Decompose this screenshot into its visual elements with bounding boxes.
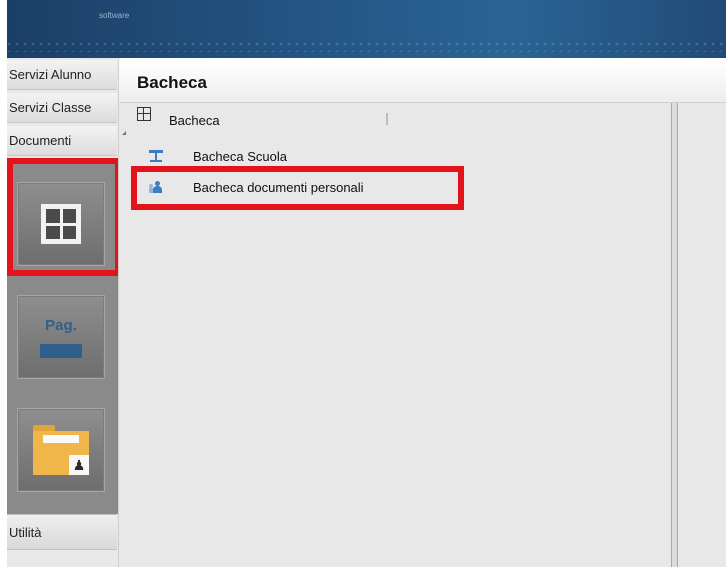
detail-pane <box>678 103 726 567</box>
collapse-arrow-icon[interactable] <box>122 131 126 135</box>
school-board-icon <box>149 149 163 163</box>
logo-tagline: software <box>99 11 130 20</box>
top-banner: software <box>7 0 726 58</box>
tree-root-bacheca[interactable]: Bacheca <box>137 107 220 131</box>
sidebar-item-servizi-alunno[interactable]: Servizi Alunno <box>7 60 117 90</box>
banner-pattern <box>7 42 726 52</box>
sidebar-item-documenti[interactable]: Documenti <box>7 126 117 156</box>
highlight-box-documenti-personali <box>131 166 464 210</box>
sidebar-item-servizi-classe[interactable]: Servizi Classe <box>7 93 117 123</box>
tree-root-label: Bacheca <box>169 112 220 128</box>
pag-tile-button[interactable]: Pag. <box>17 295 105 379</box>
documents-tile-button[interactable]: ♟ <box>17 408 105 492</box>
grid-icon <box>137 107 151 121</box>
pag-icon: Pag. <box>40 317 82 358</box>
folder-person-icon: ♟ <box>33 425 89 475</box>
tree-item-bacheca-scuola[interactable]: Bacheca Scuola <box>149 145 287 167</box>
pane-splitter[interactable] <box>671 103 678 567</box>
bacheca-window: Bacheca Bacheca Bacheca Scuola Bacheca d… <box>118 61 726 567</box>
sidebar: Servizi Alunno Servizi Classe Documenti … <box>7 58 120 567</box>
window-title: Bacheca <box>137 73 207 92</box>
window-header: Bacheca <box>119 61 726 103</box>
highlight-box-tile <box>7 158 121 276</box>
pag-icon-label: Pag. <box>45 316 77 334</box>
resize-tick <box>386 113 388 125</box>
tree-item-label: Bacheca Scuola <box>193 148 287 164</box>
sidebar-item-utilita[interactable]: Utilità <box>7 514 117 550</box>
